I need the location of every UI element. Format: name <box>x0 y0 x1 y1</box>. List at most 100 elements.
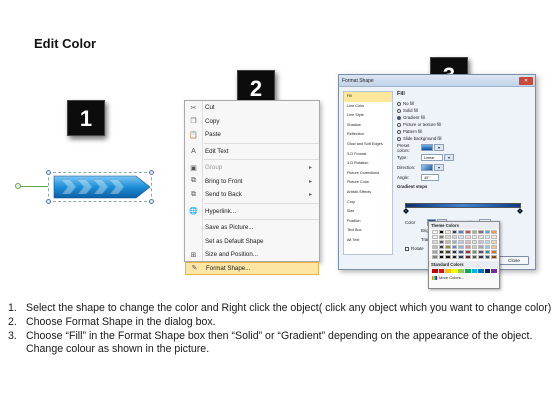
color-swatch[interactable] <box>471 240 478 244</box>
color-swatch[interactable] <box>451 255 458 259</box>
fill-option[interactable]: No fill <box>397 100 531 107</box>
color-swatch[interactable] <box>491 250 497 254</box>
color-swatch[interactable] <box>432 245 438 249</box>
radio-button[interactable] <box>397 136 401 141</box>
color-swatch[interactable] <box>491 269 497 273</box>
color-swatch[interactable] <box>445 240 451 244</box>
gradient-stop-handle[interactable] <box>403 208 409 214</box>
color-swatch[interactable] <box>432 235 438 239</box>
nav-item-position[interactable]: Position <box>344 217 392 227</box>
color-swatch[interactable] <box>458 269 464 273</box>
nav-item-line-style[interactable]: Line Style <box>344 111 392 121</box>
color-swatch[interactable] <box>471 230 478 234</box>
color-swatch[interactable] <box>491 235 497 239</box>
menu-item-hyperlink[interactable]: 🌐 Hyperlink... <box>185 205 319 219</box>
radio-button[interactable] <box>397 115 401 120</box>
color-swatch[interactable] <box>464 269 471 273</box>
color-swatch[interactable] <box>445 230 451 234</box>
color-swatch[interactable] <box>471 235 478 239</box>
color-swatch[interactable] <box>432 240 438 244</box>
color-swatch[interactable] <box>471 245 478 249</box>
color-swatch[interactable] <box>438 240 445 244</box>
menu-item-save-as-picture[interactable]: Save as Picture... <box>185 221 319 235</box>
type-select[interactable]: Linear <box>421 154 443 161</box>
color-swatch[interactable] <box>491 245 497 249</box>
color-swatch[interactable] <box>478 255 484 259</box>
color-swatch[interactable] <box>464 240 471 244</box>
nav-item-alt-text[interactable]: Alt Text <box>344 236 392 246</box>
color-swatch[interactable] <box>464 250 471 254</box>
rotate-checkbox[interactable] <box>405 246 409 251</box>
menu-item-send-to-back[interactable]: ⧉ Send to Back ▸ <box>185 188 319 202</box>
fill-option[interactable]: Gradient fill <box>397 114 531 121</box>
color-swatch[interactable] <box>445 250 451 254</box>
fill-option[interactable]: Solid fill <box>397 107 531 114</box>
menu-item-cut[interactable]: ✂ Cut <box>185 101 319 115</box>
menu-item-edit-text[interactable]: A Edit Text <box>185 145 319 159</box>
color-swatch[interactable] <box>458 230 464 234</box>
nav-item-3-d-rotation[interactable]: 3-D Rotation <box>344 159 392 169</box>
color-swatch[interactable] <box>458 255 464 259</box>
color-swatch[interactable] <box>458 235 464 239</box>
fill-option[interactable]: Pattern fill <box>397 128 531 135</box>
color-swatch[interactable] <box>491 240 497 244</box>
nav-item-shadow[interactable]: Shadow <box>344 121 392 131</box>
color-swatch[interactable] <box>445 269 451 273</box>
gradient-slider[interactable] <box>405 203 521 208</box>
color-swatch[interactable] <box>451 245 458 249</box>
color-swatch[interactable] <box>451 235 458 239</box>
nav-item-line-color[interactable]: Line Color <box>344 102 392 112</box>
color-swatch[interactable] <box>451 269 458 273</box>
color-swatch[interactable] <box>478 230 484 234</box>
nav-item-fill[interactable]: Fill <box>344 92 392 102</box>
color-swatch[interactable] <box>451 250 458 254</box>
color-swatch[interactable] <box>432 250 438 254</box>
color-swatch[interactable] <box>432 269 438 273</box>
close-button[interactable]: Close <box>499 256 529 265</box>
color-swatch[interactable] <box>438 235 445 239</box>
nav-item-artistic-effects[interactable]: Artistic Effects <box>344 188 392 198</box>
color-swatch[interactable] <box>445 255 451 259</box>
color-swatch[interactable] <box>484 240 491 244</box>
nav-item-size[interactable]: Size <box>344 207 392 217</box>
color-swatch[interactable] <box>445 235 451 239</box>
color-swatch[interactable] <box>484 250 491 254</box>
color-swatch[interactable] <box>491 255 497 259</box>
direction-swatch[interactable] <box>421 164 433 171</box>
selected-arrow-shape[interactable] <box>15 170 154 204</box>
chevron-down-icon[interactable]: ▾ <box>444 154 454 161</box>
color-swatch[interactable] <box>491 230 497 234</box>
fill-option[interactable]: Slide background fill <box>397 135 531 142</box>
color-swatch[interactable] <box>471 250 478 254</box>
more-colors-button[interactable]: More Colors... <box>429 274 499 281</box>
gradient-stop-handle[interactable] <box>517 208 523 214</box>
nav-item-crop[interactable]: Crop <box>344 198 392 208</box>
color-swatch[interactable] <box>464 245 471 249</box>
color-swatch[interactable] <box>484 235 491 239</box>
radio-button[interactable] <box>397 122 401 127</box>
color-swatch[interactable] <box>438 250 445 254</box>
color-swatch[interactable] <box>484 255 491 259</box>
color-swatch[interactable] <box>458 250 464 254</box>
color-swatch[interactable] <box>478 235 484 239</box>
menu-item-format-shape[interactable]: ✎ Format Shape... <box>185 261 319 275</box>
color-swatch[interactable] <box>471 255 478 259</box>
color-swatch[interactable] <box>464 255 471 259</box>
fill-option[interactable]: Picture or texture fill <box>397 121 531 128</box>
color-swatch[interactable] <box>438 245 445 249</box>
color-swatch[interactable] <box>438 230 445 234</box>
menu-item-set-as-default-shape[interactable]: Set as Default Shape <box>185 235 319 249</box>
nav-item-picture-corrections[interactable]: Picture Corrections <box>344 169 392 179</box>
color-swatch[interactable] <box>445 245 451 249</box>
nav-item-text-box[interactable]: Text Box <box>344 226 392 236</box>
color-swatch[interactable] <box>478 250 484 254</box>
menu-item-copy[interactable]: ❐ Copy <box>185 115 319 129</box>
nav-item-3-d-format[interactable]: 3-D Format <box>344 150 392 160</box>
color-swatch[interactable] <box>432 230 438 234</box>
color-swatch[interactable] <box>432 255 438 259</box>
radio-button[interactable] <box>397 129 401 134</box>
color-swatch[interactable] <box>484 245 491 249</box>
color-swatch[interactable] <box>478 240 484 244</box>
color-swatch[interactable] <box>438 269 445 273</box>
color-swatch[interactable] <box>464 235 471 239</box>
